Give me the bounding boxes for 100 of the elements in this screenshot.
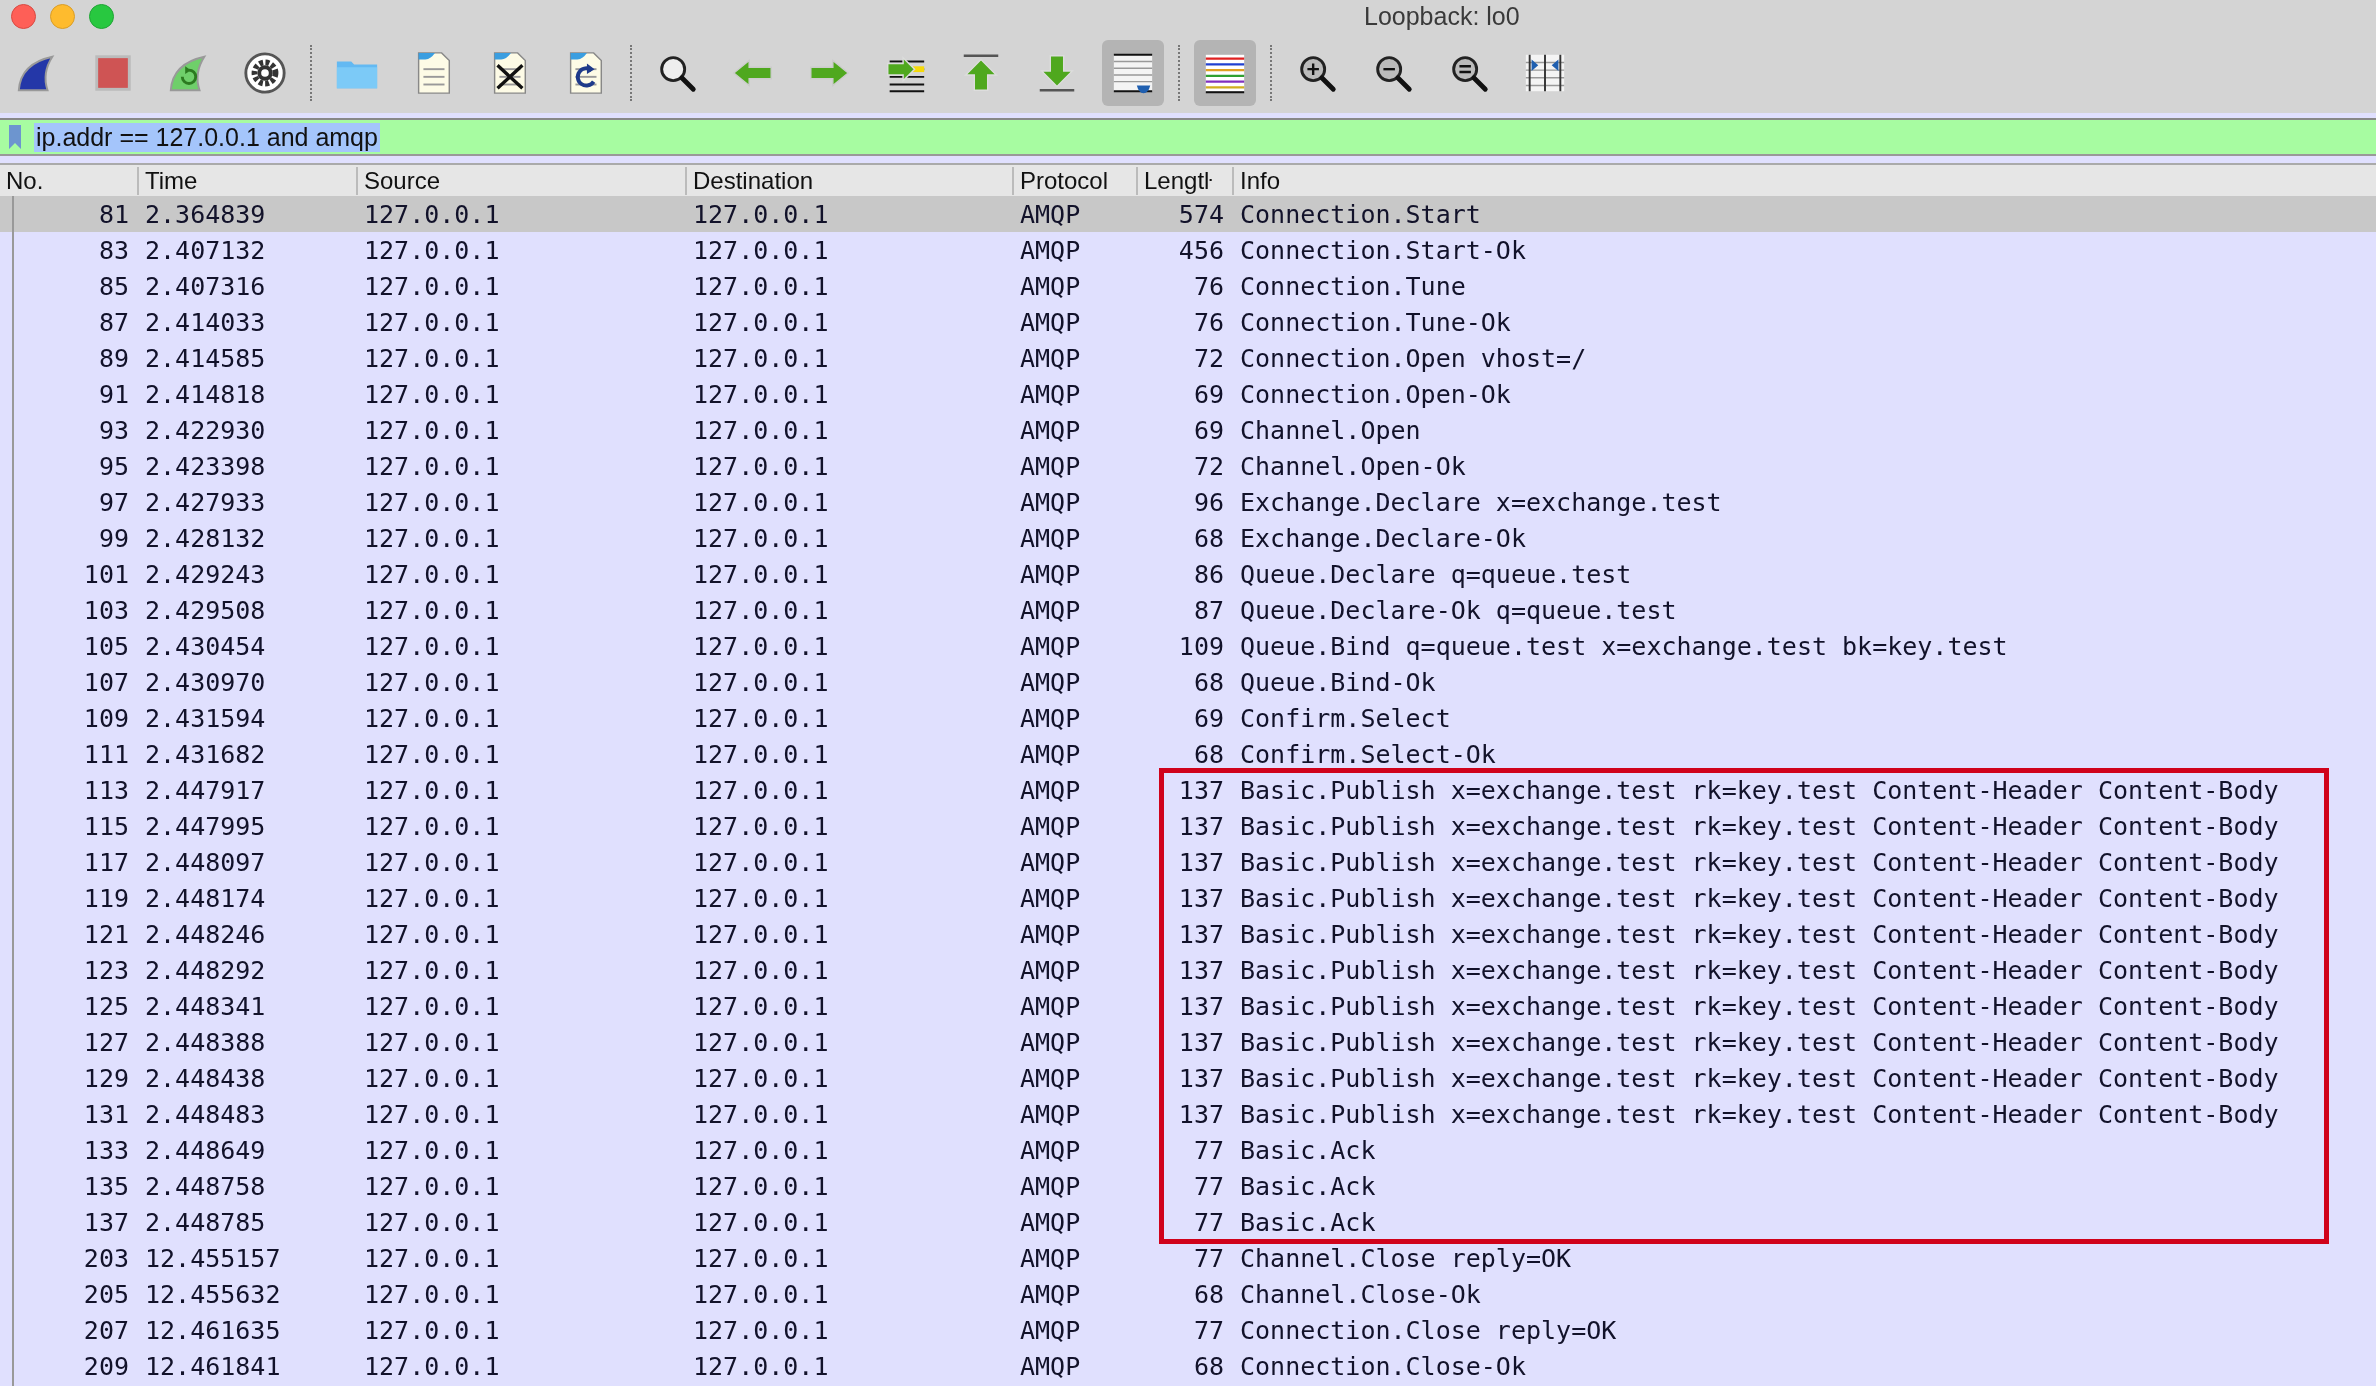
table-cell-text: 105 (82, 631, 130, 661)
table-cell-text: 137 (1177, 883, 1225, 913)
table-cell-text: 12.455157 (144, 1243, 282, 1273)
table-cell-text: 127.0.0.1 (363, 1171, 501, 1201)
table-cell-text: 127.0.0.1 (692, 379, 830, 409)
table-cell-text: AMQP (1019, 991, 1082, 1021)
table-cell-text: Channel.Close-Ok (1239, 1279, 1482, 1309)
display-filter-field[interactable]: ip.addr == 127.0.0.1 and amqp (0, 118, 2376, 156)
table-cell-text: 68 (1192, 1351, 1225, 1381)
column-header[interactable]: Protocol (1012, 166, 1136, 195)
table-cell-text: 127.0.0.1 (692, 1243, 830, 1273)
table-cell-text: 127.0.0.1 (363, 919, 501, 949)
table-cell-text: 127.0.0.1 (692, 559, 830, 589)
table-cell-text: 127.0.0.1 (692, 307, 830, 337)
column-header[interactable]: Source (356, 166, 685, 195)
table-cell-text: AMQP (1019, 955, 1082, 985)
table-cell-text: Basic.Publish x=exchange.test rk=key.test Content-Header Content-Body (1239, 991, 2280, 1021)
table-cell-text: 456 (1177, 235, 1225, 265)
table-cell-text: 69 (1192, 415, 1225, 445)
table-cell-text: 127.0.0.1 (363, 1027, 501, 1057)
colored-lines-icon[interactable] (1194, 40, 1256, 106)
table-cell-text: 2.428132 (144, 523, 267, 553)
table-cell-text: 127.0.0.1 (363, 811, 501, 841)
table-cell-text: Basic.Publish x=exchange.test rk=key.test Content-Header Content-Body (1239, 1099, 2280, 1129)
table-cell-text: 117 (82, 847, 130, 877)
packet-row[interactable]: 81 2.364839 127.0.0.1 127.0.0.1 AMQP 574 Connection.Start (0, 196, 2376, 232)
table-cell-text: Exchange.Declare-Ok (1239, 523, 1527, 553)
table-cell-text: 2.448649 (144, 1135, 267, 1165)
table-cell-text: AMQP (1019, 1135, 1082, 1165)
table-cell-text: 127.0.0.1 (692, 487, 830, 517)
table-cell-text: Basic.Ack (1239, 1171, 1377, 1201)
table-cell-text: 2.448483 (144, 1099, 267, 1129)
table-cell-text: AMQP (1019, 811, 1082, 841)
table-cell-text: AMQP (1019, 1315, 1082, 1345)
autoscroll-icon[interactable] (1102, 40, 1164, 106)
table-cell-text: 127.0.0.1 (692, 1171, 830, 1201)
table-cell-text: 87 (1192, 595, 1225, 625)
column-header[interactable]: Info (1232, 166, 2376, 195)
table-cell-text: Exchange.Declare x=exchange.test (1239, 487, 1723, 517)
table-cell-text: 96 (1192, 487, 1225, 517)
table-cell-text: 205 (82, 1279, 130, 1309)
table-cell-text: 137 (1177, 811, 1225, 841)
table-cell-text: 95 (97, 451, 130, 481)
table-cell-text: 77 (1192, 1135, 1225, 1165)
table-cell-text: Queue.Declare-Ok q=queue.test (1239, 595, 1678, 625)
table-cell-text: 137 (1177, 919, 1225, 949)
table-cell-text: Connection.Tune (1239, 271, 1467, 301)
table-cell-text: Channel.Open (1239, 415, 1422, 445)
column-header[interactable]: Destination (685, 166, 1012, 195)
table-cell-text: 127.0.0.1 (363, 1135, 501, 1165)
table-cell-text: Connection.Open vhost=/ (1239, 343, 1588, 373)
table-cell-text: 76 (1192, 271, 1225, 301)
table-cell-text: 119 (82, 883, 130, 913)
table-cell-text: 68 (1192, 739, 1225, 769)
table-cell-text: 127.0.0.1 (692, 271, 830, 301)
table-cell-text: 127.0.0.1 (363, 379, 501, 409)
table-cell-text: 2.448785 (144, 1207, 267, 1237)
close-button[interactable] (11, 4, 36, 29)
table-cell-text: 131 (82, 1099, 130, 1129)
table-cell-text: 87 (97, 307, 130, 337)
column-header[interactable]: Lengtŀ (1136, 166, 1232, 195)
table-cell-text: Basic.Publish x=exchange.test rk=key.test Content-Header Content-Body (1239, 1063, 2280, 1093)
table-cell-text: 127.0.0.1 (692, 739, 830, 769)
table-cell-text: 69 (1192, 379, 1225, 409)
table-cell-text: AMQP (1019, 919, 1082, 949)
table-cell-text: Connection.Start-Ok (1239, 235, 1527, 265)
table-cell-text: 127.0.0.1 (692, 1315, 830, 1345)
table-cell-text: 203 (82, 1243, 130, 1273)
table-cell-text: 89 (97, 343, 130, 373)
table-cell-text: 127.0.0.1 (363, 1207, 501, 1237)
table-cell-text: 127.0.0.1 (692, 199, 830, 229)
table-cell-text: AMQP (1019, 1171, 1082, 1201)
table-cell-text: AMQP (1019, 775, 1082, 805)
table-cell-text: AMQP (1019, 487, 1082, 517)
table-cell-text: 109 (1177, 631, 1225, 661)
table-cell-text: 2.448292 (144, 955, 267, 985)
table-cell-text: 83 (97, 235, 130, 265)
table-cell-text: Basic.Publish x=exchange.test rk=key.test Content-Header Content-Body (1239, 775, 2280, 805)
table-cell-text: AMQP (1019, 235, 1082, 265)
table-cell-text: 137 (82, 1207, 130, 1237)
table-cell-text: AMQP (1019, 379, 1082, 409)
column-header[interactable]: No. (0, 166, 137, 195)
table-cell-text: 107 (82, 667, 130, 697)
table-cell-text: Connection.Close-Ok (1239, 1351, 1527, 1381)
table-cell-text: Connection.Start (1239, 199, 1482, 229)
table-cell-text: 127.0.0.1 (692, 1027, 830, 1057)
table-cell-text: 137 (1177, 991, 1225, 1021)
table-cell-text: 127.0.0.1 (363, 307, 501, 337)
table-cell-text: 93 (97, 415, 130, 445)
table-cell-text: 127.0.0.1 (363, 703, 501, 733)
table-cell-text: 127.0.0.1 (692, 775, 830, 805)
table-cell-text: 127.0.0.1 (363, 1063, 501, 1093)
column-header[interactable]: Time (137, 166, 356, 195)
table-cell-text: 127.0.0.1 (363, 847, 501, 877)
table-cell-text: 115 (82, 811, 130, 841)
table-cell-text: 123 (82, 955, 130, 985)
table-cell-text: AMQP (1019, 1027, 1082, 1057)
table-cell-text: 127.0.0.1 (363, 487, 501, 517)
table-cell-text: 127.0.0.1 (692, 1207, 830, 1237)
table-cell-text: 137 (1177, 955, 1225, 985)
